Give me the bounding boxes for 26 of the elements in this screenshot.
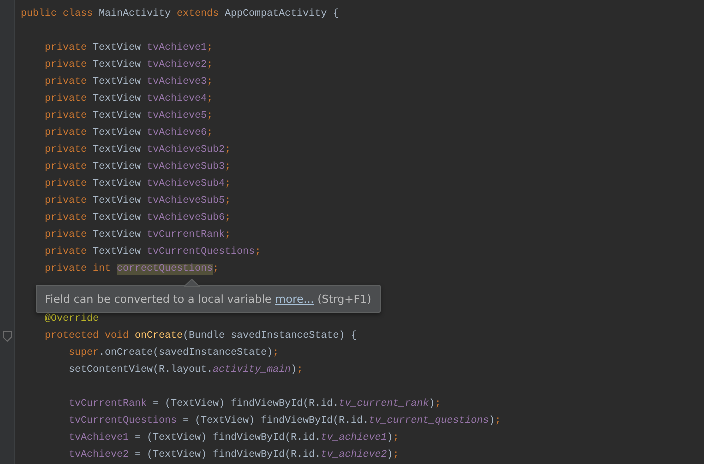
code-line: private TextView tvCurrentQuestions; xyxy=(44,246,262,260)
code-line: private TextView tvAchieveSub2; xyxy=(44,144,232,158)
code-line: tvCurrentQuestions = (TextView) findViewById(R.id.tv_current_questions); xyxy=(68,414,502,429)
code-line: private TextView tvAchieve2; xyxy=(44,58,214,73)
code-line: super.onCreate(savedInstanceState); xyxy=(68,346,280,362)
code-line: tvCurrentRank = (TextView) findViewById(R.id.tv_current_rank); xyxy=(68,398,442,412)
tooltip-text: Field can be converted to a local variable more... (Strg+F1) xyxy=(45,292,372,306)
code-line: private TextView tvAchieve6; xyxy=(44,126,214,141)
code-line: private TextView tvAchieveSub6; xyxy=(44,212,232,226)
code-line: private TextView tvAchieveSub4; xyxy=(44,178,232,192)
code-line: protected void onCreate(Bundle savedInstanceState) { xyxy=(44,330,358,344)
code-line: private TextView tvCurrentRank; xyxy=(44,228,232,243)
code-line: setContentView(R.layout.activity_main); xyxy=(68,364,304,378)
code-line: tvAchieve1 = (TextView) findViewById(R.id.tv_achieve1); xyxy=(68,432,400,446)
code-line: private TextView tvAchieve3; xyxy=(44,76,214,90)
code-line: private TextView tvAchieve4; xyxy=(44,92,214,107)
more-link[interactable]: more... xyxy=(275,292,314,306)
code-line: @Override xyxy=(44,312,100,328)
code-line: private TextView tvAchieveSub3; xyxy=(44,160,232,175)
code-line: private TextView tvAchieve5; xyxy=(44,110,214,124)
code-line: public class MainActivity extends AppCompatActivity { xyxy=(21,8,340,22)
code-line: private TextView tvAchieveSub5; xyxy=(44,194,232,209)
code-line: tvAchieve2 = (TextView) findViewById(R.id.tv_achieve2); xyxy=(68,448,400,463)
code-line: private TextView tvAchieve1; xyxy=(44,42,214,56)
code-line: private int correctQuestions; xyxy=(44,262,220,277)
fold-icon[interactable] xyxy=(2,331,12,342)
